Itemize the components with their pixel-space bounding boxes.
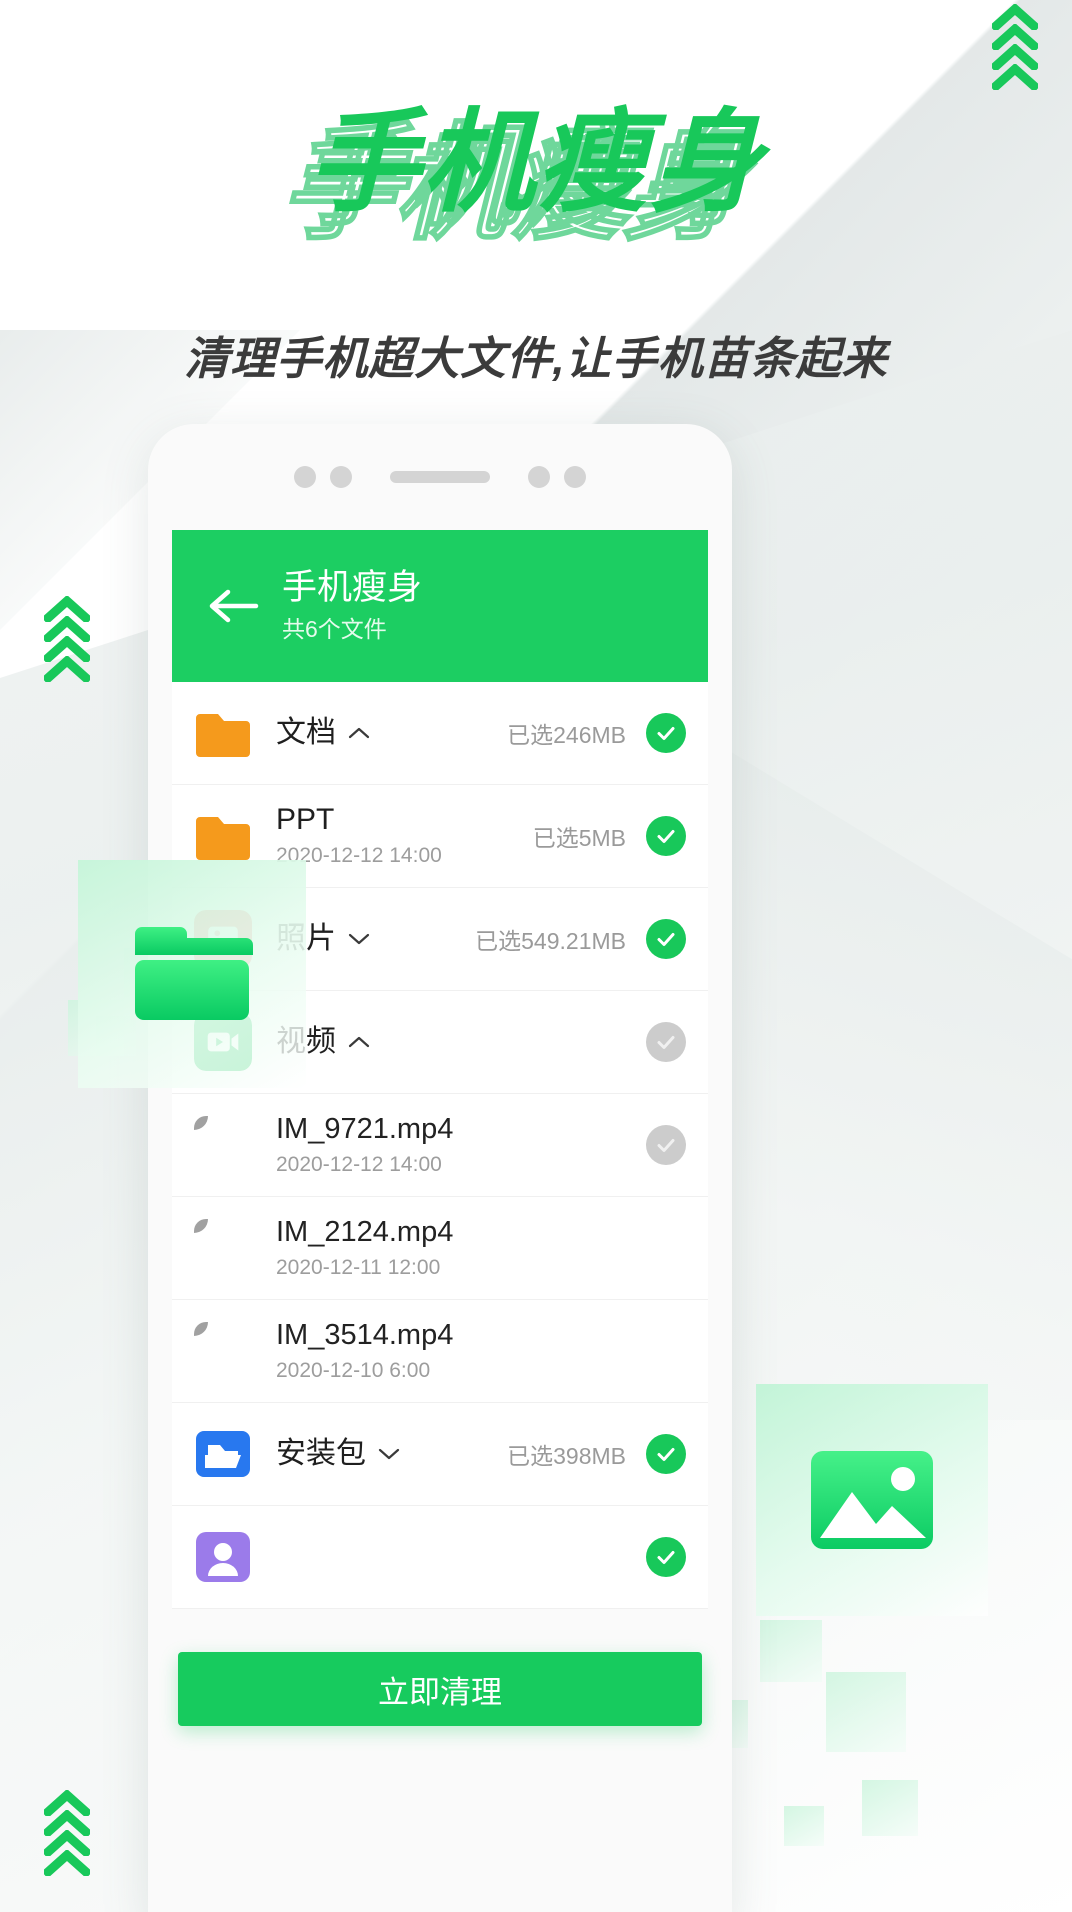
audio-purple-icon [194,1528,252,1586]
checkbox-unchecked-icon[interactable] [646,1125,686,1165]
decor-square [760,1620,822,1682]
list-item-size: 已选246MB [507,722,626,748]
list-item-body: 文档 [276,714,507,752]
phone-mockup: 手机瘦身 共6个文件 文档 已选246MB PPT 2020-12-12 14:… [148,424,732,1912]
list-item-body: 安装包 [276,1435,507,1473]
checkbox-unchecked-icon[interactable] [646,1022,686,1062]
folder-orange-icon [194,704,252,762]
list-item-title: IM_3514.mp4 [276,1319,454,1351]
app-header-texts: 手机瘦身 共6个文件 [282,566,422,646]
image-icon [808,1446,936,1554]
chevron-down-icon[interactable] [378,1447,400,1461]
list-item-date: 2020-12-11 12:00 [276,1256,441,1279]
list-item-video-1[interactable]: IM_9721.mp4 2020-12-12 14:00 [172,1094,708,1197]
list-item-body: IM_2124.mp4 2020-12-11 12:00 [276,1213,626,1283]
app-header-title: 手机瘦身 [282,568,423,607]
speaker-grille-icon [390,471,490,483]
list-item-size: 已选5MB [532,825,626,851]
video-thumbnail-icon [194,1116,252,1174]
list-item-documents[interactable]: 文档 已选246MB [172,682,708,785]
list-item-title: IM_2124.mp4 [276,1216,454,1248]
folder-icon [131,924,253,1024]
page-title: 手机瘦身 [308,100,764,225]
app-header: 手机瘦身 共6个文件 [172,530,708,682]
chevron-up-icon[interactable] [348,1035,370,1049]
folder-blue-icon [194,1425,252,1483]
list-item-body: PPT 2020-12-12 14:00 [276,801,533,871]
list-item-size: 已选398MB [507,1443,626,1469]
checkbox-checked-icon[interactable] [646,1434,686,1474]
decor-folder-badge [78,860,306,1088]
list-item-apk[interactable]: 安装包 已选398MB [172,1403,708,1506]
list-item-title: IM_9721.mp4 [276,1113,454,1145]
sensor-dot-icon [564,466,586,488]
list-item-title-line: IM_3514.mp4 [276,1316,626,1354]
chevron-up-icon [44,1850,90,1876]
clean-now-button[interactable]: 立即清理 [178,1652,702,1726]
video-thumbnail-icon [194,1219,252,1277]
list-item-size: 已选549.21MB [475,928,626,954]
chevrons-up-icon-left-upper [44,596,90,682]
list-item-date: 2020-12-12 14:00 [276,1153,442,1176]
list-item-body: 视频 [276,1023,626,1061]
decor-image-badge [756,1384,988,1616]
list-item-body: IM_3514.mp4 2020-12-10 6:00 [276,1316,626,1386]
list-item-title: 文档 [276,716,336,749]
decor-square [784,1806,824,1846]
list-item-title: PPT [276,803,335,836]
app-screen: 手机瘦身 共6个文件 文档 已选246MB PPT 2020-12-12 14:… [172,530,708,1912]
list-item-title-line: 文档 [276,714,507,752]
decor-square [826,1672,906,1752]
list-item-date: 2020-12-12 14:00 [276,844,442,867]
chevrons-up-icon-left-lower [44,1790,90,1876]
hero-section: 手机瘦身 手机瘦身 手机瘦身 [0,88,1072,254]
chevron-up-icon[interactable] [348,726,370,740]
sensor-dot-icon [330,466,352,488]
folder-orange-icon [194,807,252,865]
app-header-subtitle: 共6个文件 [282,616,387,642]
list-item-body: IM_9721.mp4 2020-12-12 14:00 [276,1110,626,1180]
list-item-title-line: IM_2124.mp4 [276,1213,626,1251]
list-item-title-line: IM_9721.mp4 [276,1110,626,1148]
video-thumbnail-icon [194,1322,252,1380]
file-list: 文档 已选246MB PPT 2020-12-12 14:00 已选5MB 照片… [172,682,708,1609]
checkbox-checked-icon[interactable] [646,919,686,959]
arrow-left-icon[interactable] [206,586,262,626]
checkbox-checked-icon[interactable] [646,816,686,856]
list-item-date: 2020-12-10 6:00 [276,1359,431,1382]
checkbox-checked-icon[interactable] [646,1537,686,1577]
phone-bezel [148,424,732,530]
chevron-up-icon [992,64,1038,90]
list-item-title-line: 视频 [276,1023,626,1061]
sensor-dot-icon [294,466,316,488]
checkbox-checked-icon[interactable] [646,713,686,753]
list-item-title-line: 安装包 [276,1435,507,1473]
chevrons-up-icon-top-right [992,4,1038,90]
sensor-dot-icon [528,466,550,488]
list-item-video-3[interactable]: IM_3514.mp4 2020-12-10 6:00 [172,1300,708,1403]
list-item-audio[interactable] [172,1506,708,1609]
chevron-down-icon[interactable] [348,932,370,946]
list-item-title: 安装包 [276,1437,366,1470]
list-item-video-2[interactable]: IM_2124.mp4 2020-12-11 12:00 [172,1197,708,1300]
list-item-title-line: PPT [276,801,533,839]
hero-subtitle: 清理手机超大文件,让手机苗条起来 [184,333,888,384]
hero-title-wrap: 手机瘦身 手机瘦身 手机瘦身 [279,88,764,254]
chevron-up-icon [44,656,90,682]
decor-square [862,1780,918,1836]
